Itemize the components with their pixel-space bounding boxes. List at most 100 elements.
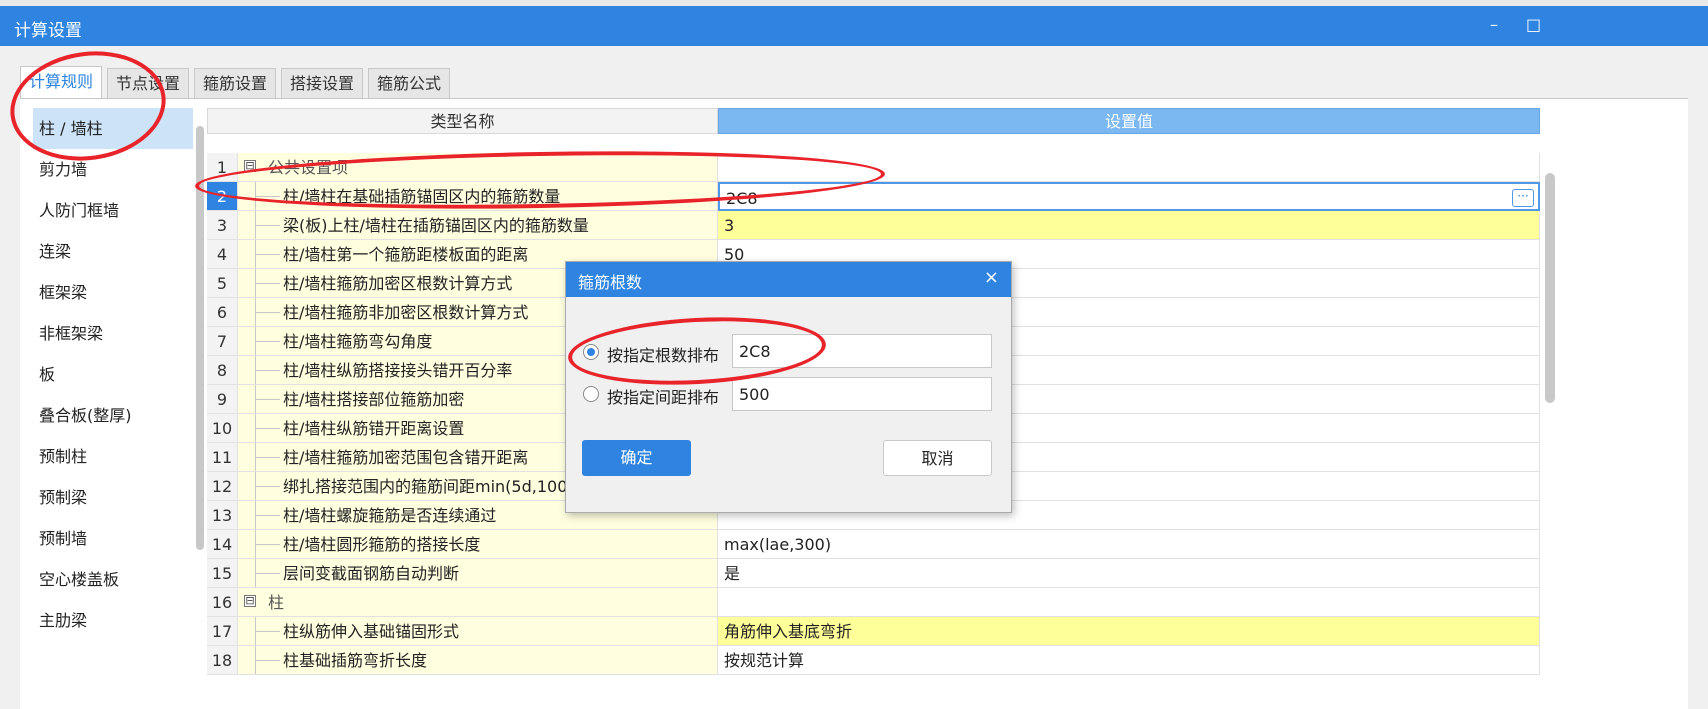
setting-name: 柱/墙柱搭接部位箍筋加密 — [283, 390, 465, 409]
stirrup-count-dialog: 箍筋根数 × 按指定根数排布 2C8 按指定间距排布 500 确定 取消 — [565, 261, 1012, 513]
setting-name: 柱/墙柱纵筋搭接接头错开百分率 — [283, 361, 513, 380]
sidebar-item-composite-slab[interactable]: 叠合板(整厚) — [33, 395, 193, 436]
tree-branch — [256, 370, 280, 371]
count-input[interactable]: 2C8 — [732, 334, 992, 368]
ellipsis-icon[interactable]: ··· — [1512, 189, 1534, 207]
setting-value: max(lae,300) — [724, 535, 832, 554]
setting-name: 柱/墙柱第一个箍筋距楼板面的距离 — [283, 245, 529, 264]
row-name-cell[interactable]: 柱纵筋伸入基础锚固形式 — [238, 617, 718, 646]
row-number: 15 — [207, 559, 238, 588]
grid-scrollbar[interactable] — [1545, 173, 1555, 403]
spacing-input[interactable]: 500 — [732, 377, 992, 411]
setting-value-cell[interactable] — [718, 588, 1540, 617]
row-number: 8 — [207, 356, 238, 385]
close-icon[interactable]: × — [984, 267, 999, 288]
tree-branch — [256, 544, 280, 545]
setting-value: 角筋伸入基底弯折 — [724, 622, 853, 641]
sidebar-item-hollow-slab[interactable]: 空心楼盖板 — [33, 559, 193, 600]
sidebar-item-coupling-beam[interactable]: 连梁 — [33, 231, 193, 272]
row-number: 12 — [207, 472, 238, 501]
setting-value-cell[interactable]: 3 — [718, 211, 1540, 240]
setting-value-cell[interactable]: 是 — [718, 559, 1540, 588]
sidebar-scrollbar[interactable] — [196, 126, 204, 550]
row-number: 7 — [207, 327, 238, 356]
row-name-cell[interactable]: 柱/墙柱圆形箍筋的搭接长度 — [238, 530, 718, 559]
sidebar-item-shear-wall[interactable]: 剪力墙 — [33, 149, 193, 190]
setting-value: 2C8 — [726, 189, 758, 208]
row-name-cell[interactable]: 层间变截面钢筋自动判断 — [238, 559, 718, 588]
group-row[interactable]: 16 ⊟ 柱 — [207, 588, 1540, 617]
setting-value-cell[interactable]: max(lae,300) — [718, 530, 1540, 559]
table-row[interactable]: 18 柱基础插筋弯折长度 按规范计算 — [207, 646, 1540, 675]
minimize-icon[interactable]: – — [1490, 15, 1498, 34]
row-number: 13 — [207, 501, 238, 530]
tree-branch — [256, 515, 280, 516]
collapse-icon[interactable]: ⊟ — [244, 595, 256, 607]
sidebar-item-precast-column[interactable]: 预制柱 — [33, 436, 193, 477]
setting-name: 柱/墙柱纵筋错开距离设置 — [283, 419, 465, 438]
tree-branch — [256, 428, 280, 429]
group-label: 公共设置项 — [268, 158, 349, 177]
ok-button[interactable]: 确定 — [582, 440, 691, 476]
table-row[interactable]: 3 梁(板)上柱/墙柱在插筋锚固区内的箍筋数量 3 — [207, 211, 1540, 240]
radio-label-by-spacing: 按指定间距排布 — [607, 388, 720, 407]
setting-value-cell[interactable]: 2C8 ··· — [718, 182, 1540, 211]
row-number: 1 — [207, 153, 238, 182]
table-row[interactable]: 15 层间变截面钢筋自动判断 是 — [207, 559, 1540, 588]
component-sidebar: 柱 / 墙柱 剪力墙 人防门框墙 连梁 框架梁 非框架梁 板 叠合板(整厚) 预… — [33, 108, 193, 708]
tree-branch — [256, 573, 280, 574]
sidebar-item-nonframe-beam[interactable]: 非框架梁 — [33, 313, 193, 354]
row-name-cell[interactable]: 柱基础插筋弯折长度 — [238, 646, 718, 675]
group-row[interactable]: 1 ⊟ 公共设置项 — [207, 153, 1540, 182]
sidebar-item-frame-beam[interactable]: 框架梁 — [33, 272, 193, 313]
tab-calc-rules[interactable]: 计算规则 — [20, 66, 102, 98]
row-name-cell[interactable]: ⊟ 公共设置项 — [238, 153, 718, 182]
row-number: 3 — [207, 211, 238, 240]
row-number: 18 — [207, 646, 238, 675]
column-header-value[interactable]: 设置值 — [718, 108, 1540, 134]
cancel-button[interactable]: 取消 — [883, 440, 992, 476]
tab-node-settings[interactable]: 节点设置 — [107, 68, 189, 98]
sidebar-item-column[interactable]: 柱 / 墙柱 — [33, 108, 193, 149]
radio-label-by-count: 按指定根数排布 — [607, 346, 720, 365]
row-number: 11 — [207, 443, 238, 472]
tab-stirrup-settings[interactable]: 箍筋设置 — [194, 68, 276, 98]
tree-branch — [256, 283, 280, 284]
sidebar-item-precast-beam[interactable]: 预制梁 — [33, 477, 193, 518]
table-row[interactable]: 14 柱/墙柱圆形箍筋的搭接长度 max(lae,300) — [207, 530, 1540, 559]
row-number: 16 — [207, 588, 238, 617]
tree-branch — [256, 631, 280, 632]
tree-branch — [256, 457, 280, 458]
tree-branch — [256, 399, 280, 400]
window-title: 计算设置 — [14, 21, 82, 41]
tab-stirrup-formula[interactable]: 箍筋公式 — [368, 68, 450, 98]
sidebar-item-precast-wall[interactable]: 预制墙 — [33, 518, 193, 559]
setting-name: 柱/墙柱圆形箍筋的搭接长度 — [283, 535, 481, 554]
setting-name: 柱/墙柱在基础插筋锚固区内的箍筋数量 — [283, 187, 561, 206]
collapse-icon[interactable]: ⊟ — [244, 160, 256, 172]
setting-name: 绑扎搭接范围内的箍筋间距min(5d,100 — [283, 477, 568, 496]
radio-by-count[interactable] — [583, 344, 599, 360]
setting-name: 梁(板)上柱/墙柱在插筋锚固区内的箍筋数量 — [283, 216, 589, 235]
tab-lap-settings[interactable]: 搭接设置 — [281, 68, 363, 98]
row-name-cell[interactable]: ⊟ 柱 — [238, 588, 718, 617]
row-name-cell[interactable]: 柱/墙柱在基础插筋锚固区内的箍筋数量 — [238, 182, 718, 211]
sidebar-item-main-rib-beam[interactable]: 主肋梁 — [33, 600, 193, 641]
radio-by-spacing[interactable] — [583, 386, 599, 402]
sidebar-item-slab[interactable]: 板 — [33, 354, 193, 395]
row-number: 17 — [207, 617, 238, 646]
setting-name: 柱/墙柱箍筋弯勾角度 — [283, 332, 433, 351]
table-row[interactable]: 17 柱纵筋伸入基础锚固形式 角筋伸入基底弯折 — [207, 617, 1540, 646]
group-label: 柱 — [268, 593, 285, 612]
setting-value-cell[interactable]: 按规范计算 — [718, 646, 1540, 675]
column-header-name[interactable]: 类型名称 — [207, 108, 718, 134]
maximize-icon[interactable]: □ — [1526, 15, 1541, 34]
setting-value-cell[interactable]: 角筋伸入基底弯折 — [718, 617, 1540, 646]
setting-name: 柱纵筋伸入基础锚固形式 — [283, 622, 460, 641]
tree-branch — [256, 254, 280, 255]
table-row[interactable]: 2 柱/墙柱在基础插筋锚固区内的箍筋数量 2C8 ··· — [207, 182, 1540, 211]
dialog-title: 箍筋根数 — [578, 273, 643, 292]
setting-value-cell[interactable] — [718, 153, 1540, 182]
row-name-cell[interactable]: 梁(板)上柱/墙柱在插筋锚固区内的箍筋数量 — [238, 211, 718, 240]
sidebar-item-door-frame-wall[interactable]: 人防门框墙 — [33, 190, 193, 231]
